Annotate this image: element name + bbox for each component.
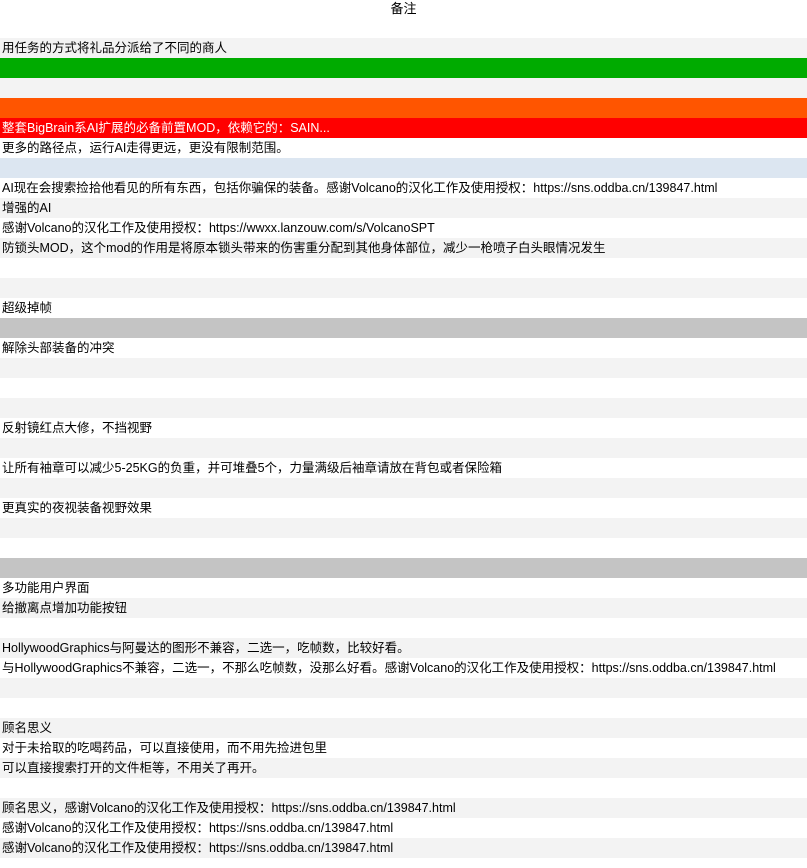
cell-text: 更真实的夜视装备视野效果: [2, 498, 152, 518]
cell-text: 感谢Volcano的汉化工作及使用授权：https://sns.oddba.cn…: [2, 818, 393, 838]
table-row[interactable]: [0, 158, 807, 178]
table-row[interactable]: 让所有袖章可以减少5-25KG的负重，并可堆叠5个，力量满级后袖章请放在背包或者…: [0, 458, 807, 478]
cell-text: 对于未拾取的吃喝药品，可以直接使用，而不用先捡进包里: [2, 738, 327, 758]
table-row[interactable]: [0, 678, 807, 698]
table-row[interactable]: AI现在会搜索捡拾他看见的所有东西，包括你骗保的装备。感谢Volcano的汉化工…: [0, 178, 807, 198]
cell-text: 反射镜红点大修，不挡视野: [2, 418, 152, 438]
table-row[interactable]: 感谢Volcano的汉化工作及使用授权：https://sns.oddba.cn…: [0, 838, 807, 858]
table-row[interactable]: 顾名思义，感谢Volcano的汉化工作及使用授权：https://sns.odd…: [0, 798, 807, 818]
table-row[interactable]: 增强的AI: [0, 198, 807, 218]
table-row[interactable]: [0, 258, 807, 278]
table-row[interactable]: 解除头部装备的冲突: [0, 338, 807, 358]
table-row[interactable]: [0, 478, 807, 498]
cell-text: 增强的AI: [2, 198, 51, 218]
table-row[interactable]: [0, 58, 807, 78]
table-row[interactable]: 与HollywoodGraphics不兼容，二选一，不那么吃帧数，没那么好看。感…: [0, 658, 807, 678]
table-row[interactable]: [0, 398, 807, 418]
cell-text: 更多的路径点，运行AI走得更远，更没有限制范围。: [2, 138, 289, 158]
table-row[interactable]: 更真实的夜视装备视野效果: [0, 498, 807, 518]
table-row[interactable]: [0, 278, 807, 298]
cell-text: HollywoodGraphics与阿曼达的图形不兼容，二选一，吃帧数，比较好看…: [2, 638, 410, 658]
table-row[interactable]: [0, 358, 807, 378]
cell-text: 多功能用户界面: [2, 578, 90, 598]
table-row[interactable]: 顾名思义: [0, 718, 807, 738]
table-row[interactable]: [0, 78, 807, 98]
table-row[interactable]: 用任务的方式将礼品分派给了不同的商人: [0, 38, 807, 58]
table-row[interactable]: [0, 558, 807, 578]
notes-column-sheet: 备注 用任务的方式将礼品分派给了不同的商人 整套BigBrain系AI扩展的必备…: [0, 0, 807, 868]
table-row[interactable]: [0, 378, 807, 398]
table-row[interactable]: [0, 778, 807, 798]
table-row[interactable]: 感谢Volcano的汉化工作及使用授权：https://wwxx.lanzouw…: [0, 218, 807, 238]
table-row[interactable]: 可以直接搜索打开的文件柜等，不用关了再开。: [0, 758, 807, 778]
table-row[interactable]: 多功能用户界面: [0, 578, 807, 598]
cell-text: 解除头部装备的冲突: [2, 338, 115, 358]
cell-text: 整套BigBrain系AI扩展的必备前置MOD，依赖它的：SAIN...: [2, 118, 330, 138]
table-row[interactable]: [0, 438, 807, 458]
table-row[interactable]: 防锁头MOD，这个mod的作用是将原本锁头带来的伤害重分配到其他身体部位，减少一…: [0, 238, 807, 258]
column-header[interactable]: 备注: [0, 0, 807, 18]
table-row[interactable]: HollywoodGraphics与阿曼达的图形不兼容，二选一，吃帧数，比较好看…: [0, 638, 807, 658]
table-row[interactable]: 反射镜红点大修，不挡视野: [0, 418, 807, 438]
cell-text: 超级掉帧: [2, 298, 52, 318]
table-row[interactable]: [0, 618, 807, 638]
cell-text: 防锁头MOD，这个mod的作用是将原本锁头带来的伤害重分配到其他身体部位，减少一…: [2, 238, 605, 258]
cell-text: AI现在会搜索捡拾他看见的所有东西，包括你骗保的装备。感谢Volcano的汉化工…: [2, 178, 717, 198]
cell-text: 可以直接搜索打开的文件柜等，不用关了再开。: [2, 758, 265, 778]
table-row[interactable]: [0, 538, 807, 558]
table-row[interactable]: 感谢Volcano的汉化工作及使用授权：https://sns.oddba.cn…: [0, 818, 807, 838]
cell-text: 顾名思义，感谢Volcano的汉化工作及使用授权：https://sns.odd…: [2, 798, 456, 818]
cell-text: 感谢Volcano的汉化工作及使用授权：https://sns.oddba.cn…: [2, 838, 393, 858]
cell-text: 顾名思义: [2, 718, 52, 738]
cell-text: 给撤离点增加功能按钮: [2, 598, 127, 618]
table-row[interactable]: [0, 318, 807, 338]
table-row[interactable]: 给撤离点增加功能按钮: [0, 598, 807, 618]
table-row[interactable]: [0, 858, 807, 868]
rows-container: 用任务的方式将礼品分派给了不同的商人 整套BigBrain系AI扩展的必备前置M…: [0, 18, 807, 868]
cell-text: 用任务的方式将礼品分派给了不同的商人: [2, 38, 227, 58]
table-row[interactable]: 整套BigBrain系AI扩展的必备前置MOD，依赖它的：SAIN...: [0, 118, 807, 138]
cell-text: 与HollywoodGraphics不兼容，二选一，不那么吃帧数，没那么好看。感…: [2, 658, 776, 678]
cell-text: 让所有袖章可以减少5-25KG的负重，并可堆叠5个，力量满级后袖章请放在背包或者…: [2, 458, 502, 478]
table-row[interactable]: 超级掉帧: [0, 298, 807, 318]
table-row[interactable]: 对于未拾取的吃喝药品，可以直接使用，而不用先捡进包里: [0, 738, 807, 758]
table-row[interactable]: 更多的路径点，运行AI走得更远，更没有限制范围。: [0, 138, 807, 158]
table-row[interactable]: [0, 98, 807, 118]
column-header-label: 备注: [390, 0, 416, 18]
table-row[interactable]: [0, 18, 807, 38]
table-row[interactable]: [0, 698, 807, 718]
cell-text: 感谢Volcano的汉化工作及使用授权：https://wwxx.lanzouw…: [2, 218, 435, 238]
table-row[interactable]: [0, 518, 807, 538]
